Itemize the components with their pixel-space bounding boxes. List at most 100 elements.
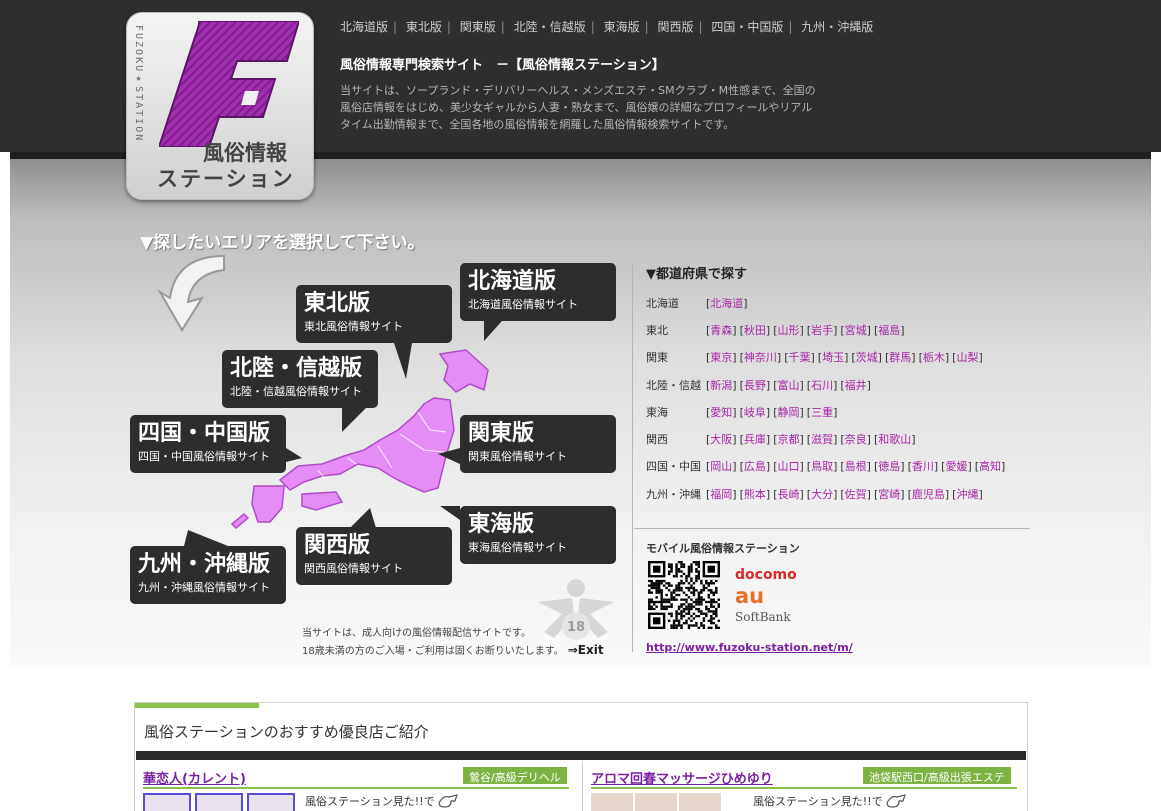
prefecture-name: 秋田 <box>743 323 766 337</box>
prefecture-name: 宮城 <box>844 323 867 337</box>
mobile-url-link[interactable]: http://www.fuzoku-station.net/m/ <box>646 641 853 654</box>
callout-tokai[interactable]: 東海版 東海風俗情報サイト <box>460 506 616 564</box>
callout-hokuriku[interactable]: 北陸・信越版 北陸・信越風俗情報サイト <box>222 350 378 408</box>
region-link-kyushu[interactable]: 九州・沖縄版 <box>801 20 873 34</box>
prefecture-row: 東北 [青森] [秋田] [山形] [岩手] [宮城] [福島] <box>646 316 1008 343</box>
prefecture-link[interactable]: [福岡] <box>706 486 737 502</box>
region-link-shikoku[interactable]: 四国・中国版 <box>711 20 783 34</box>
shop-thumbnail[interactable] <box>247 793 295 811</box>
logo-f-mark-icon <box>159 21 299 147</box>
shop-photo[interactable] <box>679 793 721 811</box>
prefecture-link[interactable]: [三重] <box>807 404 838 420</box>
prefecture-link[interactable]: [長野] <box>740 377 771 393</box>
prefecture-link[interactable]: [茨城] <box>851 349 882 365</box>
prefecture-link[interactable]: [広島] <box>740 458 771 474</box>
prefecture-link[interactable]: [香川] <box>908 458 939 474</box>
prefecture-link[interactable]: [群馬] <box>885 349 916 365</box>
prefecture-link[interactable]: [新潟] <box>706 377 737 393</box>
shop-underline <box>143 787 569 789</box>
prefecture-name: 山口 <box>777 460 800 474</box>
prefecture-name: 福井 <box>844 378 867 392</box>
prefecture-link[interactable]: [愛媛] <box>941 458 972 474</box>
exit-link[interactable]: ⇒Exit <box>568 643 604 657</box>
prefecture-name: 大分 <box>811 487 834 501</box>
callout-kansai[interactable]: 関西版 関西風俗情報サイト <box>296 527 452 585</box>
prefecture-link[interactable]: [熊本] <box>740 486 771 502</box>
prefecture-link[interactable]: [福井] <box>840 377 871 393</box>
region-link-kansai[interactable]: 関西版 <box>657 20 693 34</box>
region-link-kanto[interactable]: 関東版 <box>460 20 496 34</box>
prefecture-link[interactable]: [徳島] <box>874 458 905 474</box>
column-divider <box>632 264 633 652</box>
prefecture-link[interactable]: [大分] <box>807 486 838 502</box>
shop-name-link[interactable]: 華恋人(カレント) <box>143 768 246 787</box>
prefecture-link[interactable]: [千葉] <box>784 349 815 365</box>
shop-thumbnail[interactable] <box>195 793 243 811</box>
region-link-hokkaido[interactable]: 北海道版 <box>340 20 388 34</box>
prefecture-link[interactable]: [高知] <box>975 458 1006 474</box>
shop-photo[interactable] <box>591 793 633 811</box>
shop-card: 華恋人(カレント) 鶯谷/高級デリヘル 風俗ステーション見た!!で <box>137 765 573 811</box>
callout-kyushu-sub: 九州・沖縄風俗情報サイト <box>138 581 270 594</box>
prefecture-name: 和歌山 <box>878 433 912 447</box>
shop-name-link[interactable]: アロマ回春マッサージひめゆり <box>591 768 773 787</box>
callout-tohoku-title: 東北版 <box>304 291 371 316</box>
prefecture-link[interactable]: [栃木] <box>919 349 950 365</box>
shop-photo[interactable] <box>635 793 677 811</box>
prefecture-link[interactable]: [京都] <box>773 431 804 447</box>
prefecture-region-label: 九州・沖縄 <box>646 487 701 501</box>
prefecture-link[interactable]: [東京] <box>706 349 737 365</box>
prefecture-link[interactable]: [鹿児島] <box>908 486 950 502</box>
prefecture-link[interactable]: [山形] <box>773 322 804 338</box>
prefecture-link[interactable]: [青森] <box>706 322 737 338</box>
prefecture-link[interactable]: [岐阜] <box>740 404 771 420</box>
callout-kyushu[interactable]: 九州・沖縄版 九州・沖縄風俗情報サイト <box>130 546 286 604</box>
callout-tohoku[interactable]: 東北版 東北風俗情報サイト <box>296 285 452 343</box>
prefecture-link[interactable]: [沖縄] <box>952 486 983 502</box>
prefecture-link[interactable]: [長崎] <box>773 486 804 502</box>
prefecture-link[interactable]: [奈良] <box>840 431 871 447</box>
prefecture-link[interactable]: [和歌山] <box>874 431 916 447</box>
prefecture-link[interactable]: [山梨] <box>952 349 983 365</box>
prefecture-link[interactable]: [福島] <box>874 322 905 338</box>
site-logo[interactable]: FUZOKU★STATION 風俗情報 ステーション <box>126 12 314 200</box>
qr-code-icon[interactable] <box>648 561 720 629</box>
callout-kanto[interactable]: 関東版 関東風俗情報サイト <box>460 415 616 473</box>
callout-hokkaido[interactable]: 北海道版 北海道風俗情報サイト <box>460 263 616 321</box>
region-link-hokuriku[interactable]: 北陸・信越版 <box>514 20 586 34</box>
prefecture-link[interactable]: [山口] <box>773 458 804 474</box>
prefecture-link[interactable]: [岩手] <box>807 322 838 338</box>
prefecture-link[interactable]: [兵庫] <box>740 431 771 447</box>
prefecture-name: 宮崎 <box>878 487 901 501</box>
shop-underline <box>591 787 1017 789</box>
area-heading: ▼探したいエリアを選択して下さい。 <box>140 233 425 253</box>
prefecture-link[interactable]: [愛知] <box>706 404 737 420</box>
prefecture-name: 山梨 <box>956 351 979 365</box>
prefecture-link[interactable]: [佐賀] <box>840 486 871 502</box>
prefecture-link[interactable]: [神奈川] <box>740 349 782 365</box>
prefecture-link[interactable]: [岡山] <box>706 458 737 474</box>
prefecture-link[interactable]: [宮崎] <box>874 486 905 502</box>
prefecture-name: 京都 <box>777 433 800 447</box>
callout-shikoku[interactable]: 四国・中国版 四国・中国風俗情報サイト <box>130 415 286 473</box>
prefecture-link[interactable]: [静岡] <box>773 404 804 420</box>
region-link-tohoku[interactable]: 東北版 <box>406 20 442 34</box>
callout-tokai-title: 東海版 <box>468 512 535 537</box>
prefecture-link[interactable]: [埼玉] <box>818 349 849 365</box>
prefecture-link[interactable]: [島根] <box>840 458 871 474</box>
prefecture-name: 石川 <box>811 378 834 392</box>
region-link-tokai[interactable]: 東海版 <box>604 20 640 34</box>
prefecture-link[interactable]: [秋田] <box>740 322 771 338</box>
prefecture-region-label: 四国・中国 <box>646 460 701 474</box>
prefecture-link[interactable]: [北海道] <box>706 295 748 311</box>
hand-icon <box>438 794 458 808</box>
shop-thumbnail[interactable] <box>143 793 191 811</box>
prefecture-link[interactable]: [鳥取] <box>807 458 838 474</box>
prefecture-link[interactable]: [石川] <box>807 377 838 393</box>
prefecture-name: 岐阜 <box>743 405 766 419</box>
prefecture-link[interactable]: [富山] <box>773 377 804 393</box>
prefecture-link[interactable]: [大阪] <box>706 431 737 447</box>
prefecture-link[interactable]: [滋賀] <box>807 431 838 447</box>
callout-kanto-title: 関東版 <box>468 421 535 446</box>
prefecture-link[interactable]: [宮城] <box>840 322 871 338</box>
